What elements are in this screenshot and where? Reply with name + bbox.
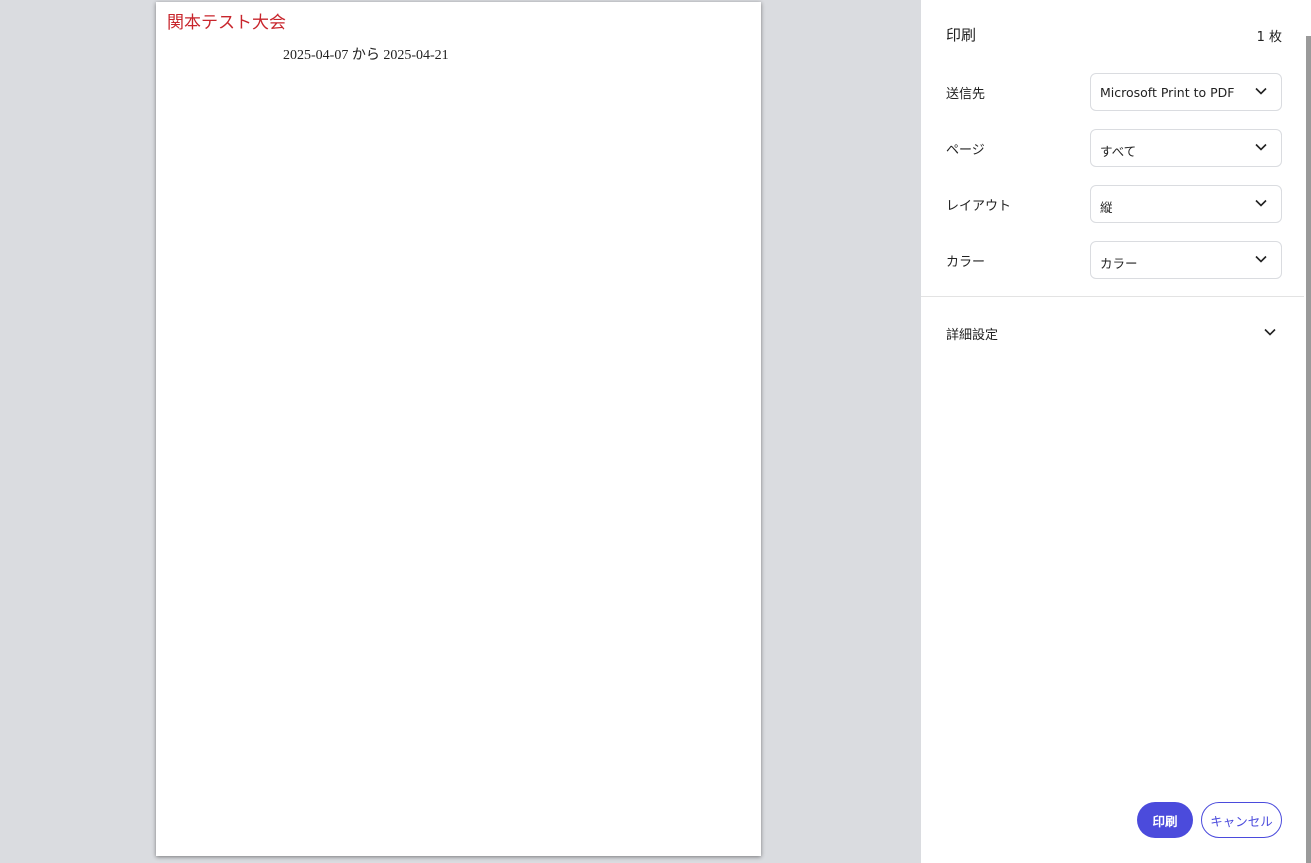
pages-row: ページ すべて [946, 129, 1282, 167]
panel-header: 印刷 1 枚 [946, 24, 1282, 48]
color-select[interactable]: カラー [1090, 241, 1282, 279]
chevron-down-icon [1255, 87, 1267, 95]
color-row: カラー カラー [946, 241, 1282, 279]
pages-label: ページ [946, 143, 985, 158]
layout-row: レイアウト 縦 [946, 185, 1282, 223]
document-date-range: 2025-04-07 から 2025-04-21 [283, 48, 449, 63]
destination-select[interactable]: Microsoft Print to PDF [1090, 73, 1282, 111]
destination-label: 送信先 [946, 87, 986, 102]
layout-label: レイアウト [946, 199, 1012, 214]
layout-select[interactable]: 縦 [1090, 185, 1282, 223]
color-label: カラー [946, 255, 986, 270]
print-settings-panel: 印刷 1 枚 送信先 Microsoft Print to PDF ページ すべ… [921, 0, 1304, 863]
print-preview-area: 関本テスト大会 2025-04-07 から 2025-04-21 [0, 0, 921, 863]
panel-title: 印刷 [946, 26, 977, 44]
color-value: カラー [1100, 256, 1138, 271]
document-title: 関本テスト大会 [167, 13, 286, 33]
cancel-button[interactable]: キャンセル [1201, 802, 1282, 838]
preview-page: 関本テスト大会 2025-04-07 から 2025-04-21 [156, 2, 761, 856]
chevron-down-icon [1255, 255, 1267, 263]
chevron-down-icon [1255, 199, 1267, 207]
advanced-settings-label: 詳細設定 [946, 328, 999, 343]
chevron-down-icon [1255, 143, 1267, 151]
layout-value: 縦 [1100, 200, 1113, 215]
scrollbar-thumb[interactable] [1306, 36, 1311, 863]
print-button[interactable]: 印刷 [1137, 802, 1193, 838]
section-divider [921, 296, 1304, 297]
destination-value: Microsoft Print to PDF [1100, 85, 1235, 100]
advanced-settings-toggle[interactable]: 詳細設定 [946, 318, 1282, 346]
destination-row: 送信先 Microsoft Print to PDF [946, 73, 1282, 111]
sheet-count: 1 枚 [1256, 30, 1282, 45]
pages-value: すべて [1100, 144, 1137, 159]
chevron-down-icon [1264, 328, 1276, 336]
pages-select[interactable]: すべて [1090, 129, 1282, 167]
